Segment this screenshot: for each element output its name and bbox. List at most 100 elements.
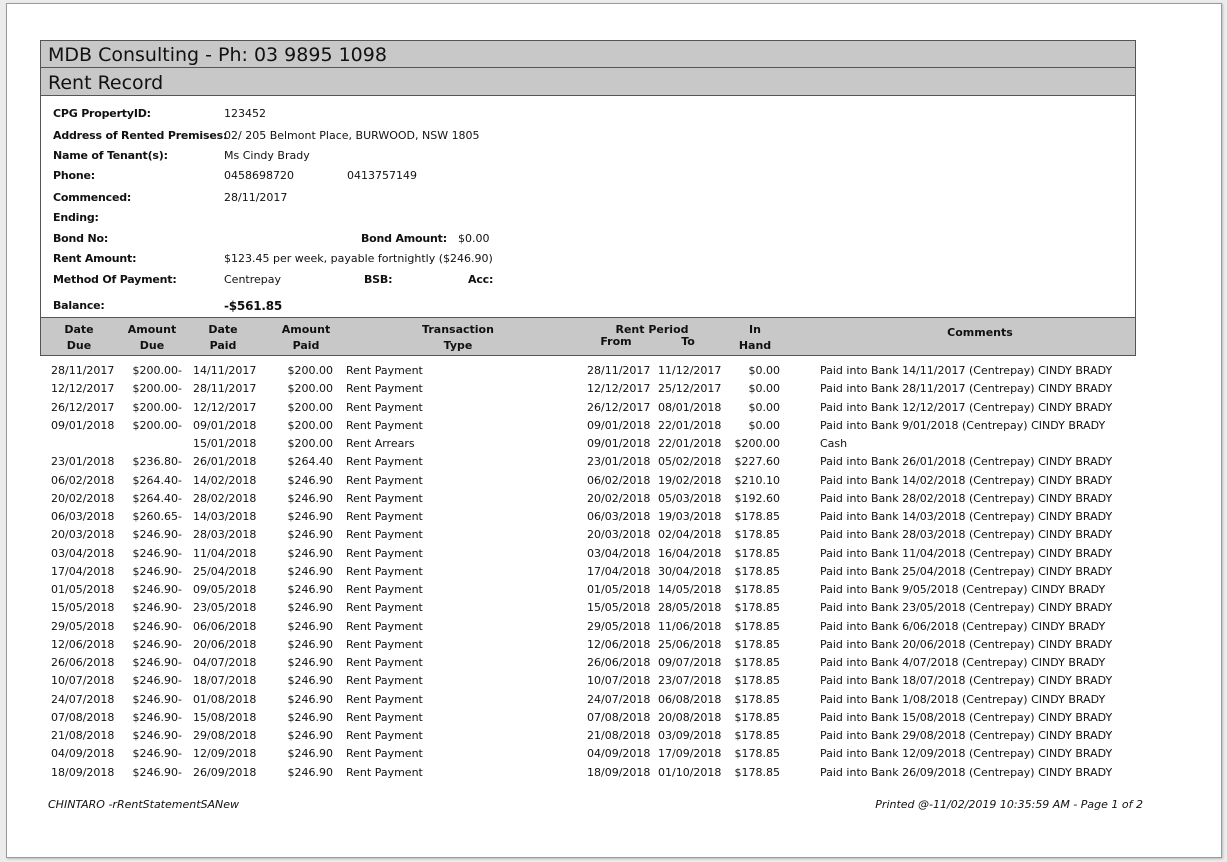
cell-comment: Paid into Bank 28/03/2018 (Centrepay) CI… bbox=[820, 528, 1113, 542]
cell-amount-paid: $246.90 bbox=[287, 564, 334, 578]
cell-in-hand: $178.85 bbox=[734, 564, 781, 578]
cell-date-paid: 12/09/2018 bbox=[193, 747, 257, 761]
col-in-hand-line1: In bbox=[749, 323, 761, 336]
cell-amount-paid: $246.90 bbox=[287, 583, 334, 596]
cell-date-paid: 01/08/2018 bbox=[193, 692, 257, 706]
cell-date-paid: 28/02/2018 bbox=[193, 491, 257, 505]
cell-date-paid: 15/01/2018 bbox=[193, 437, 257, 450]
col-date-paid-line1: Date bbox=[208, 323, 238, 336]
cell-comment: Paid into Bank 9/01/2018 (Centrepay) CIN… bbox=[820, 418, 1106, 432]
cell-amount-paid: $246.90 bbox=[287, 692, 334, 706]
cell-period-from: 07/08/2018 bbox=[587, 710, 651, 724]
cell-amount-paid: $246.90 bbox=[287, 473, 334, 487]
cell-amount-paid: $246.90 bbox=[287, 491, 334, 505]
cell-amount-due: $264.40- bbox=[132, 473, 182, 487]
property-id: 123452 bbox=[224, 107, 266, 120]
cell-comment: Paid into Bank 18/07/2018 (Centrepay) CI… bbox=[820, 674, 1113, 688]
cell-period-to: 06/08/2018 bbox=[658, 692, 722, 706]
cell-amount-due: $246.90- bbox=[132, 692, 182, 706]
cell-amount-due: $246.90- bbox=[132, 729, 182, 742]
bsb-label: BSB: bbox=[364, 273, 393, 286]
col-to: To bbox=[681, 335, 695, 348]
cell-in-hand: $178.85 bbox=[734, 674, 781, 688]
cell-in-hand: $178.85 bbox=[734, 692, 781, 706]
cell-transaction-type: Rent Payment bbox=[346, 455, 423, 469]
cell-transaction-type: Rent Payment bbox=[346, 692, 423, 706]
table-row: 04/09/2018 $246.90- 12/09/2018 $246.90 Rent … bbox=[0, 747, 1227, 765]
cell-period-to: 22/01/2018 bbox=[658, 418, 722, 432]
col-in-hand-line2: Hand bbox=[738, 339, 772, 352]
cell-period-from: 10/07/2018 bbox=[587, 674, 651, 688]
tenant-name: Ms Cindy Brady bbox=[224, 149, 310, 162]
cell-comment: Paid into Bank 15/08/2018 (Centrepay) CI… bbox=[820, 710, 1113, 724]
col-date-due-line1: Date bbox=[64, 323, 94, 336]
cell-date-due: 23/01/2018 bbox=[51, 455, 115, 469]
cell-date-due: 17/04/2018 bbox=[51, 564, 115, 578]
cell-date-paid: 12/12/2017 bbox=[193, 400, 257, 414]
cell-transaction-type: Rent Payment bbox=[346, 418, 423, 432]
cell-amount-due: $200.00- bbox=[132, 418, 182, 432]
rent-amount: $123.45 per week, payable fortnightly ($… bbox=[224, 252, 493, 265]
cell-comment: Paid into Bank 23/05/2018 (Centrepay) CI… bbox=[820, 601, 1113, 615]
cell-period-from: 06/02/2018 bbox=[587, 473, 651, 487]
cell-date-paid: 29/08/2018 bbox=[193, 729, 257, 742]
cell-amount-due: $246.90- bbox=[132, 637, 182, 651]
table-row: 09/01/2018 $200.00- 09/01/2018 $200.00 Rent … bbox=[0, 419, 1227, 437]
cell-in-hand: $178.85 bbox=[734, 637, 781, 651]
cell-period-to: 28/05/2018 bbox=[658, 601, 722, 615]
col-date-due: Date Due bbox=[54, 322, 104, 354]
cell-amount-paid: $246.90 bbox=[287, 528, 334, 542]
cell-period-to: 02/04/2018 bbox=[658, 528, 722, 542]
cell-comment: Paid into Bank 6/06/2018 (Centrepay) CIN… bbox=[820, 619, 1106, 633]
col-amount-due-line2: Due bbox=[139, 339, 165, 352]
cell-date-paid: 15/08/2018 bbox=[193, 710, 257, 724]
cell-transaction-type: Rent Payment bbox=[346, 674, 423, 688]
cell-comment: Paid into Bank 14/02/2018 (Centrepay) CI… bbox=[820, 473, 1113, 487]
col-amount-due: Amount Due bbox=[122, 322, 182, 354]
cell-transaction-type: Rent Payment bbox=[346, 637, 423, 651]
cell-period-from: 20/02/2018 bbox=[587, 491, 651, 505]
cell-comment: Cash bbox=[820, 437, 848, 450]
cell-period-to: 08/01/2018 bbox=[658, 400, 722, 414]
table-row: 26/12/2017 $200.00- 12/12/2017 $200.00 Rent … bbox=[0, 401, 1227, 419]
cell-period-to: 30/04/2018 bbox=[658, 564, 722, 578]
cell-date-due: 04/09/2018 bbox=[51, 747, 115, 761]
cell-period-to: 05/02/2018 bbox=[658, 455, 722, 469]
cell-period-from: 15/05/2018 bbox=[587, 601, 651, 615]
cell-date-due: 09/01/2018 bbox=[51, 418, 115, 432]
table-row: 06/03/2018 $260.65- 14/03/2018 $246.90 Rent … bbox=[0, 510, 1227, 528]
cell-amount-paid: $200.00 bbox=[287, 437, 334, 450]
cell-in-hand: $178.85 bbox=[734, 528, 781, 542]
cell-transaction-type: Rent Payment bbox=[346, 747, 423, 761]
address-label: Address of Rented Premises: bbox=[53, 129, 228, 142]
cell-date-due: 10/07/2018 bbox=[51, 674, 115, 688]
cell-transaction-type: Rent Payment bbox=[346, 619, 423, 633]
cell-amount-due: $246.90- bbox=[132, 583, 182, 596]
cell-date-due: 21/08/2018 bbox=[51, 729, 115, 742]
cell-comment: Paid into Bank 26/09/2018 (Centrepay) CI… bbox=[820, 765, 1113, 779]
footer-printed-info: Printed @-11/02/2019 10:35:59 AM - Page … bbox=[875, 798, 1143, 811]
cell-in-hand: $178.85 bbox=[734, 619, 781, 633]
cell-amount-due: $200.00- bbox=[132, 364, 182, 377]
cell-in-hand: $178.85 bbox=[734, 583, 781, 596]
cell-comment: Paid into Bank 4/07/2018 (Centrepay) CIN… bbox=[820, 656, 1106, 669]
cell-amount-due: $246.90- bbox=[132, 747, 182, 761]
cell-date-paid: 09/01/2018 bbox=[193, 418, 257, 432]
cell-amount-paid: $246.90 bbox=[287, 765, 334, 779]
cell-in-hand: $0.00 bbox=[748, 418, 781, 432]
cell-period-from: 18/09/2018 bbox=[587, 765, 651, 779]
col-date-due-line2: Due bbox=[66, 339, 92, 352]
cell-period-from: 28/11/2017 bbox=[587, 364, 651, 377]
cell-transaction-type: Rent Payment bbox=[346, 656, 423, 669]
cell-date-due: 06/02/2018 bbox=[51, 473, 115, 487]
cell-period-to: 01/10/2018 bbox=[658, 765, 722, 779]
cell-period-from: 26/12/2017 bbox=[587, 400, 651, 414]
col-transaction-type-line1: Transaction bbox=[422, 323, 494, 336]
cell-date-due: 28/11/2017 bbox=[51, 364, 115, 377]
cell-in-hand: $210.10 bbox=[734, 473, 781, 487]
cell-transaction-type: Rent Payment bbox=[346, 528, 423, 542]
cell-date-due: 07/08/2018 bbox=[51, 710, 115, 724]
cell-transaction-type: Rent Arrears bbox=[346, 437, 415, 450]
cell-amount-due: $200.00- bbox=[132, 382, 182, 396]
col-amount-paid-line2: Paid bbox=[292, 339, 320, 352]
